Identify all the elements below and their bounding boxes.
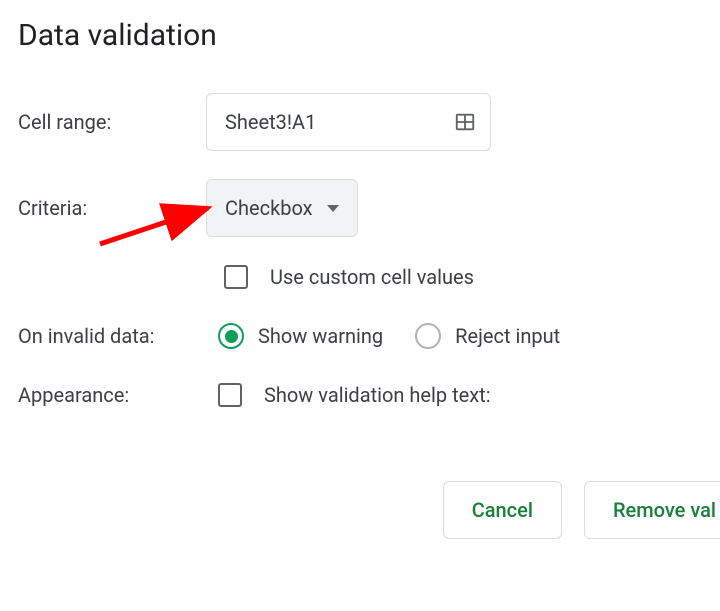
show-warning-radio[interactable] (218, 323, 244, 349)
invalid-data-label: On invalid data: (18, 324, 218, 348)
cell-range-label: Cell range: (18, 110, 206, 134)
help-text-checkbox[interactable] (218, 383, 242, 407)
appearance-row: Appearance: Show validation help text: (18, 383, 720, 407)
custom-values-label: Use custom cell values (270, 265, 474, 289)
invalid-data-row: On invalid data: Show warning Reject inp… (18, 323, 720, 349)
custom-values-row: Use custom cell values (18, 265, 720, 289)
cancel-button[interactable]: Cancel (443, 481, 562, 539)
grid-icon[interactable] (454, 111, 476, 133)
criteria-label: Criteria: (18, 196, 206, 220)
appearance-label: Appearance: (18, 383, 218, 407)
custom-values-checkbox[interactable] (224, 265, 248, 289)
dialog-buttons: Cancel Remove val (443, 481, 720, 539)
criteria-row: Criteria: Checkbox (18, 179, 720, 237)
criteria-dropdown[interactable]: Checkbox (206, 179, 358, 237)
reject-input-radio[interactable] (415, 323, 441, 349)
cell-range-row: Cell range: Sheet3!A1 (18, 93, 720, 151)
dialog-title: Data validation (18, 18, 720, 53)
cell-range-value: Sheet3!A1 (225, 110, 316, 134)
caret-down-icon (327, 205, 339, 212)
help-text-label: Show validation help text: (264, 383, 491, 407)
cell-range-input[interactable]: Sheet3!A1 (206, 93, 491, 151)
criteria-dropdown-value: Checkbox (225, 196, 313, 220)
remove-validation-button[interactable]: Remove val (584, 481, 720, 539)
show-warning-label: Show warning (258, 324, 383, 348)
reject-input-label: Reject input (455, 324, 560, 348)
